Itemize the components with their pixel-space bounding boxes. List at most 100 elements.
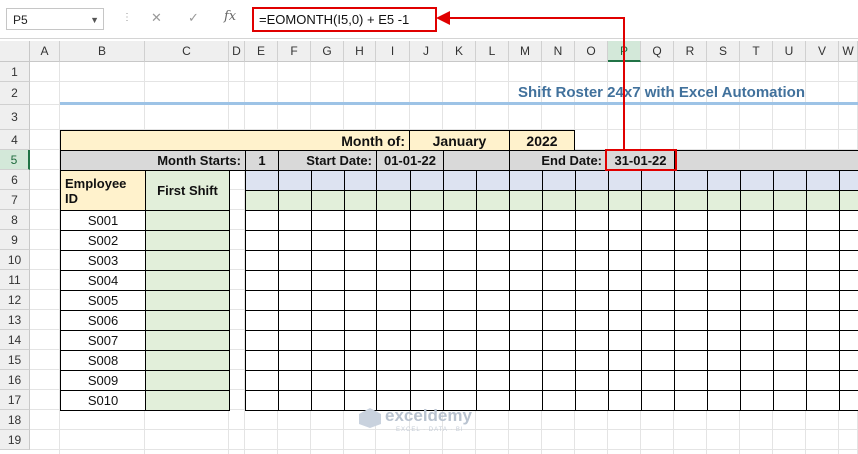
roster-cell[interactable] [443,210,477,231]
column-header-v[interactable]: V [806,41,839,62]
formula-input[interactable]: =EOMONTH(I5,0) + E5 -1 [252,7,437,32]
roster-cell[interactable] [410,210,444,231]
day-header-cell[interactable] [674,170,708,191]
roster-cell[interactable] [476,270,510,291]
roster-cell[interactable] [245,250,279,271]
weekday-cell[interactable] [839,190,858,211]
roster-cell[interactable] [311,290,345,311]
roster-cell[interactable] [476,310,510,331]
column-header-b[interactable]: B [60,41,145,62]
roster-cell[interactable] [278,390,312,411]
roster-cell[interactable] [740,390,774,411]
column-header-w[interactable]: W [839,41,858,62]
roster-cell[interactable] [278,310,312,331]
roster-cell[interactable] [674,310,708,331]
row-header-12[interactable]: 12 [0,290,30,310]
roster-cell[interactable] [344,350,377,371]
roster-cell[interactable] [575,290,609,311]
roster-cell[interactable] [674,270,708,291]
roster-cell[interactable] [575,330,609,351]
roster-cell[interactable] [773,270,807,291]
weekday-cell[interactable] [476,190,510,211]
roster-cell[interactable] [278,350,312,371]
roster-cell[interactable] [344,330,377,351]
roster-cell[interactable] [245,330,279,351]
roster-cell[interactable] [641,350,675,371]
roster-cell[interactable] [641,370,675,391]
roster-cell[interactable] [806,270,840,291]
column-header-s[interactable]: S [707,41,740,62]
roster-cell[interactable] [245,350,279,371]
roster-cell[interactable] [311,350,345,371]
roster-cell[interactable] [806,230,840,251]
roster-cell[interactable] [707,230,741,251]
roster-cell[interactable] [839,230,858,251]
year-value[interactable]: 2022 [509,130,575,151]
roster-cell[interactable] [773,390,807,411]
roster-cell[interactable] [839,270,858,291]
roster-cell[interactable] [839,290,858,311]
weekday-cell[interactable] [542,190,576,211]
roster-cell[interactable] [509,330,543,351]
month-starts-value[interactable]: 1 [245,150,279,171]
roster-cell[interactable] [509,290,543,311]
roster-cell[interactable] [608,210,642,231]
first-shift-cell[interactable] [145,230,230,251]
row-header-18[interactable]: 18 [0,410,30,430]
end-date-label[interactable]: End Date: [509,150,607,171]
day-header-cell[interactable] [245,170,279,191]
weekday-cell[interactable] [278,190,312,211]
roster-cell[interactable] [575,230,609,251]
day-header-cell[interactable] [476,170,510,191]
roster-cell[interactable] [542,250,576,271]
roster-cell[interactable] [707,310,741,331]
roster-cell[interactable] [509,270,543,291]
roster-cell[interactable] [806,350,840,371]
roster-cell[interactable] [575,210,609,231]
employee-id-cell[interactable]: S008 [60,350,146,371]
employee-id-cell[interactable]: S005 [60,290,146,311]
roster-cell[interactable] [376,370,411,391]
employee-id-header[interactable]: Employee ID [60,170,146,211]
column-header-u[interactable]: U [773,41,806,62]
roster-cell[interactable] [608,270,642,291]
roster-cell[interactable] [707,270,741,291]
roster-cell[interactable] [608,350,642,371]
first-shift-cell[interactable] [145,270,230,291]
roster-cell[interactable] [443,370,477,391]
column-header-g[interactable]: G [311,41,344,62]
row-header-19[interactable]: 19 [0,430,30,450]
roster-cell[interactable] [674,250,708,271]
roster-cell[interactable] [509,210,543,231]
weekday-cell[interactable] [608,190,642,211]
row-header-6[interactable]: 6 [0,170,30,190]
roster-cell[interactable] [740,250,774,271]
first-shift-cell[interactable] [145,390,230,411]
row-header-4[interactable]: 4 [0,130,30,150]
roster-cell[interactable] [839,370,858,391]
roster-cell[interactable] [740,370,774,391]
weekday-cell[interactable] [740,190,774,211]
roster-cell[interactable] [806,330,840,351]
employee-id-cell[interactable]: S003 [60,250,146,271]
roster-cell[interactable] [707,330,741,351]
start-date-value[interactable]: 01-01-22 [376,150,444,171]
weekday-cell[interactable] [376,190,411,211]
column-header-o[interactable]: O [575,41,608,62]
roster-cell[interactable] [707,350,741,371]
roster-cell[interactable] [311,230,345,251]
roster-cell[interactable] [674,290,708,311]
day-header-cell[interactable] [410,170,444,191]
roster-cell[interactable] [707,290,741,311]
roster-cell[interactable] [245,390,279,411]
first-shift-cell[interactable] [145,250,230,271]
roster-cell[interactable] [575,370,609,391]
roster-cell[interactable] [707,370,741,391]
roster-cell[interactable] [740,270,774,291]
roster-cell[interactable] [806,250,840,271]
more-options-icon[interactable]: ⋮ [122,12,132,23]
roster-cell[interactable] [410,270,444,291]
roster-cell[interactable] [773,330,807,351]
roster-cell[interactable] [245,310,279,331]
roster-cell[interactable] [806,390,840,411]
